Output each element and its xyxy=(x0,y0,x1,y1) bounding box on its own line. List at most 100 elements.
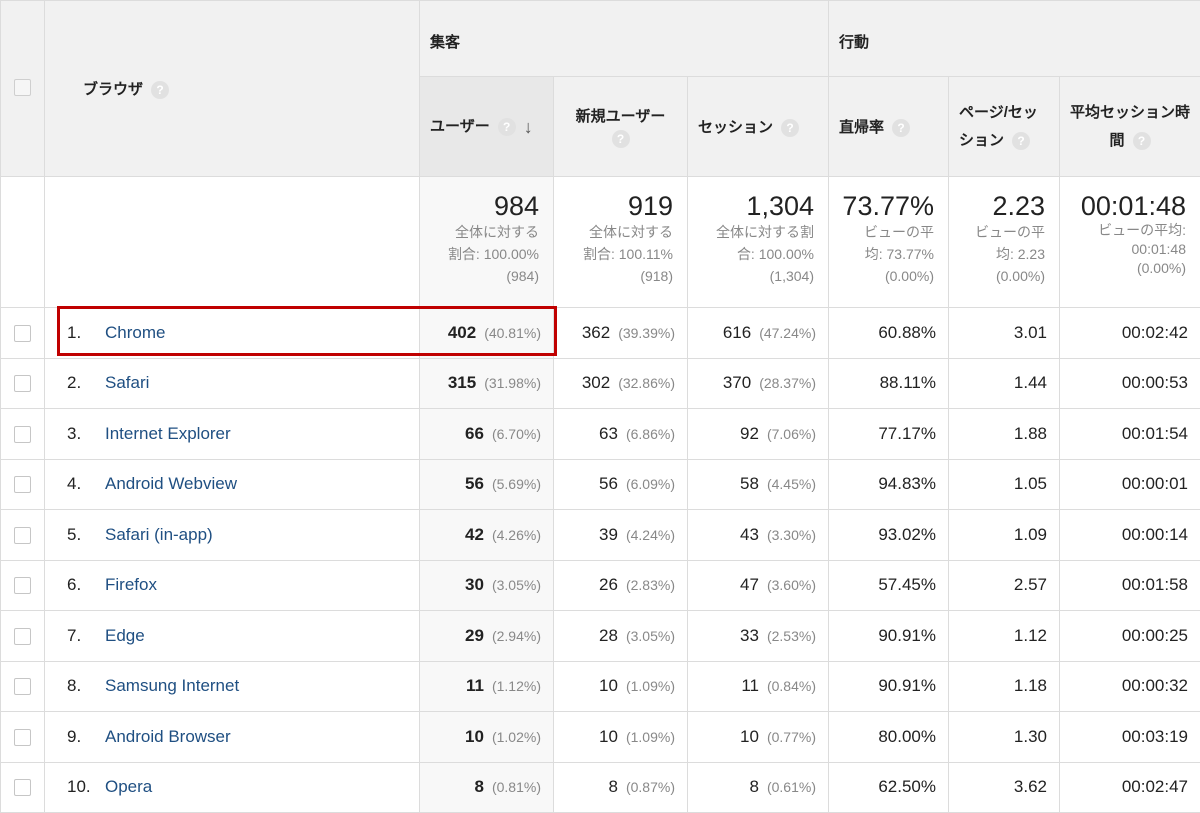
sort-descending-icon[interactable]: ↓ xyxy=(524,117,533,138)
row-checkbox[interactable] xyxy=(14,577,31,595)
browser-link[interactable]: Chrome xyxy=(105,323,165,342)
users-value: 11 xyxy=(465,676,484,696)
row-checkbox[interactable] xyxy=(14,375,31,393)
users-percent: (1.12%) xyxy=(491,678,541,695)
browser-link[interactable]: Opera xyxy=(105,777,152,796)
row-checkbox[interactable] xyxy=(14,526,31,544)
row-checkbox[interactable] xyxy=(14,678,31,696)
browser-cell: 4. Android Webview xyxy=(44,458,420,510)
row-checkbox[interactable] xyxy=(14,779,31,797)
row-check-cell xyxy=(0,458,45,510)
help-icon[interactable]: ? xyxy=(1012,131,1031,150)
pages-per-session-cell: 1.05 xyxy=(948,458,1060,510)
row-checkbox[interactable] xyxy=(14,627,31,645)
new-users-cell: 28 (3.05%) xyxy=(553,610,688,662)
new-users-value: 63 xyxy=(599,423,618,443)
table-row: 4. Android Webview 56 (5.69%) 56 (6.09%) 58… xyxy=(0,458,1200,510)
browser-link[interactable]: Android Webview xyxy=(105,474,237,493)
sessions-percent: (47.24%) xyxy=(759,324,816,341)
sessions-percent: (3.30%) xyxy=(766,526,816,543)
metric-header-label: 平均セッション時間 xyxy=(1070,103,1191,149)
help-icon[interactable]: ? xyxy=(611,130,630,149)
row-check-cell xyxy=(0,660,45,712)
select-all-checkbox[interactable] xyxy=(14,79,31,97)
new-users-percent: (2.83%) xyxy=(625,577,675,594)
new-users-cell: 26 (2.83%) xyxy=(553,559,688,611)
users-percent: (0.81%) xyxy=(491,779,541,796)
total-caption: 均: 73.77% xyxy=(864,246,934,262)
row-check-cell xyxy=(0,711,45,763)
data-rows: 1. Chrome 402 (40.81%) 362 (39.39%) 616 (47.… xyxy=(0,307,1200,813)
help-icon[interactable]: ? xyxy=(497,118,516,137)
row-checkbox[interactable] xyxy=(14,425,31,443)
sessions-cell: 11 (0.84%) xyxy=(687,660,829,712)
total-caption: ビューの平 xyxy=(864,224,934,240)
sessions-percent: (4.45%) xyxy=(766,476,816,493)
browser-link[interactable]: Safari (in-app) xyxy=(105,525,213,544)
row-checkbox[interactable] xyxy=(14,324,31,342)
total-bounce-rate: 73.77% ビューの平 均: 73.77% (0.00%) xyxy=(828,176,949,308)
row-index: 4. xyxy=(67,474,82,494)
help-icon[interactable]: ? xyxy=(781,119,800,138)
row-index: 2. xyxy=(67,373,82,393)
metric-header-label: 直帰率 xyxy=(839,118,885,136)
row-checkbox[interactable] xyxy=(14,728,31,746)
browser-cell: 1. Chrome xyxy=(44,307,420,359)
sessions-value: 8 xyxy=(749,777,759,797)
users-cell: 8 (0.81%) xyxy=(419,761,554,813)
pages-per-session-cell: 1.44 xyxy=(948,357,1060,409)
group-header-acquisition: 集客 xyxy=(419,0,829,77)
sessions-percent: (3.60%) xyxy=(766,577,816,594)
total-value: 919 xyxy=(627,191,673,221)
new-users-percent: (0.87%) xyxy=(625,779,675,796)
avg-duration-cell: 00:00:14 xyxy=(1059,509,1200,561)
browser-link[interactable]: Internet Explorer xyxy=(105,424,231,443)
metric-header-new-users[interactable]: 新規ユーザー ? xyxy=(553,76,688,177)
browser-link[interactable]: Android Browser xyxy=(105,727,231,746)
avg-duration-cell: 00:03:19 xyxy=(1059,711,1200,763)
new-users-percent: (1.09%) xyxy=(625,728,675,745)
browser-link[interactable]: Edge xyxy=(105,626,145,645)
bounce-rate-cell: 62.50% xyxy=(828,761,949,813)
browser-report-table: ブラウザ? 集客 行動 ユーザー? ↓ 新規ユーザー ? セッション? 直帰率? … xyxy=(0,0,1200,813)
new-users-value: 39 xyxy=(599,524,618,544)
browser-link[interactable]: Safari xyxy=(105,373,149,392)
users-value: 30 xyxy=(465,575,484,595)
new-users-value: 10 xyxy=(599,676,618,696)
browser-link[interactable]: Samsung Internet xyxy=(105,676,239,695)
help-icon[interactable]: ? xyxy=(1132,131,1151,150)
sessions-value: 11 xyxy=(741,676,759,696)
metric-header-pages-per-session[interactable]: ページ/セッション? xyxy=(948,76,1060,177)
browser-cell: 5. Safari (in-app) xyxy=(44,509,420,561)
bounce-rate-cell: 94.83% xyxy=(828,458,949,510)
sessions-value: 370 xyxy=(722,373,752,393)
total-value: 2.23 xyxy=(992,191,1045,221)
metric-header-avg-session-duration[interactable]: 平均セッション時間? xyxy=(1059,76,1200,177)
metric-header-bounce-rate[interactable]: 直帰率? xyxy=(828,76,949,177)
new-users-percent: (39.39%) xyxy=(618,324,675,341)
row-index: 3. xyxy=(67,423,82,443)
sessions-percent: (0.61%) xyxy=(766,779,816,796)
sessions-cell: 8 (0.61%) xyxy=(687,761,829,813)
total-users: 984 全体に対する 割合: 100.00% (984) xyxy=(419,176,554,308)
browser-link[interactable]: Firefox xyxy=(105,575,157,594)
sessions-cell: 47 (3.60%) xyxy=(687,559,829,611)
new-users-cell: 10 (1.09%) xyxy=(553,711,688,763)
row-checkbox[interactable] xyxy=(14,476,31,494)
sessions-percent: (7.06%) xyxy=(766,425,816,442)
sessions-value: 58 xyxy=(740,474,759,494)
row-index: 1. xyxy=(67,322,82,342)
sessions-value: 616 xyxy=(722,322,752,342)
new-users-percent: (6.86%) xyxy=(625,425,675,442)
dimension-header[interactable]: ブラウザ? xyxy=(44,0,420,177)
browser-cell: 8. Samsung Internet xyxy=(44,660,420,712)
metric-header-sessions[interactable]: セッション? xyxy=(687,76,829,177)
row-check-cell xyxy=(0,761,45,813)
metric-header-users[interactable]: ユーザー? ↓ xyxy=(419,76,554,177)
help-icon[interactable]: ? xyxy=(151,81,170,100)
users-value: 29 xyxy=(465,625,484,645)
sessions-value: 47 xyxy=(740,575,759,595)
help-icon[interactable]: ? xyxy=(892,119,911,138)
sessions-cell: 58 (4.45%) xyxy=(687,458,829,510)
row-index: 10. xyxy=(67,777,91,797)
